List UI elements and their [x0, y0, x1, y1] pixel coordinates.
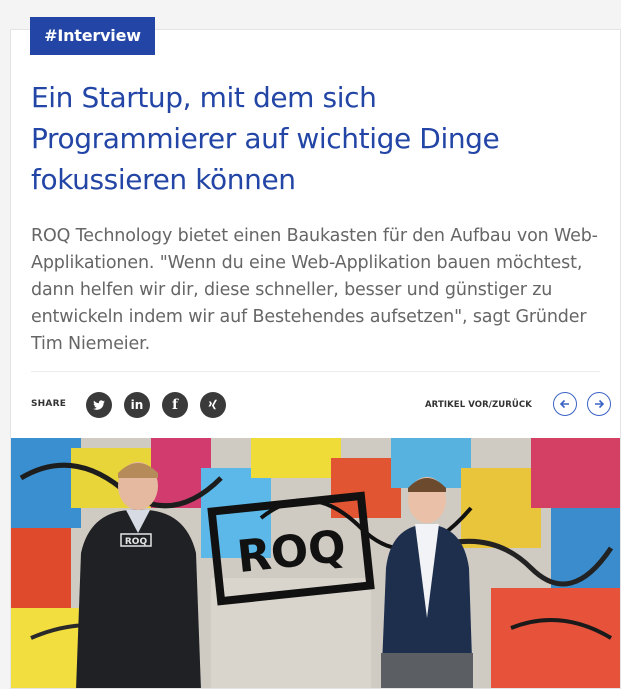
arrow-right-icon [594, 399, 604, 408]
article-lead: ROQ Technology bietet einen Baukasten fü… [31, 226, 598, 354]
linkedin-icon: in [130, 398, 144, 412]
title-line: Programmierer auf wichtige Dinge [31, 122, 500, 155]
divider [31, 371, 600, 372]
share-bar: SHARE in f ARTIKEL VOR/ZURÜCK [31, 389, 611, 421]
xing-share-button[interactable] [200, 392, 226, 418]
category-tag[interactable]: #Interview [30, 17, 155, 55]
title-line: fokussieren können [31, 163, 296, 196]
title-line: Ein Startup, mit dem sich [31, 81, 377, 114]
arrow-left-icon [559, 399, 569, 408]
shirt-logo-text: ROQ [125, 537, 148, 547]
xing-icon [208, 399, 218, 410]
previous-article-button[interactable] [553, 392, 577, 416]
linkedin-share-button[interactable]: in [124, 392, 150, 418]
article-photo[interactable]: ROQ ROQ [11, 438, 620, 688]
facebook-icon: f [171, 397, 179, 413]
next-article-button[interactable] [587, 392, 611, 416]
twitter-share-button[interactable] [86, 392, 112, 418]
article-title[interactable]: Ein Startup, mit dem sich Programmierer … [31, 77, 601, 200]
share-label: SHARE [31, 399, 67, 409]
twitter-icon [93, 400, 105, 410]
article-nav-label: ARTIKEL VOR/ZURÜCK [425, 400, 532, 410]
graffiti-photo-illustration: ROQ ROQ [11, 438, 620, 688]
facebook-share-button[interactable]: f [162, 392, 188, 418]
article-card: Ein Startup, mit dem sich Programmierer … [10, 29, 621, 689]
